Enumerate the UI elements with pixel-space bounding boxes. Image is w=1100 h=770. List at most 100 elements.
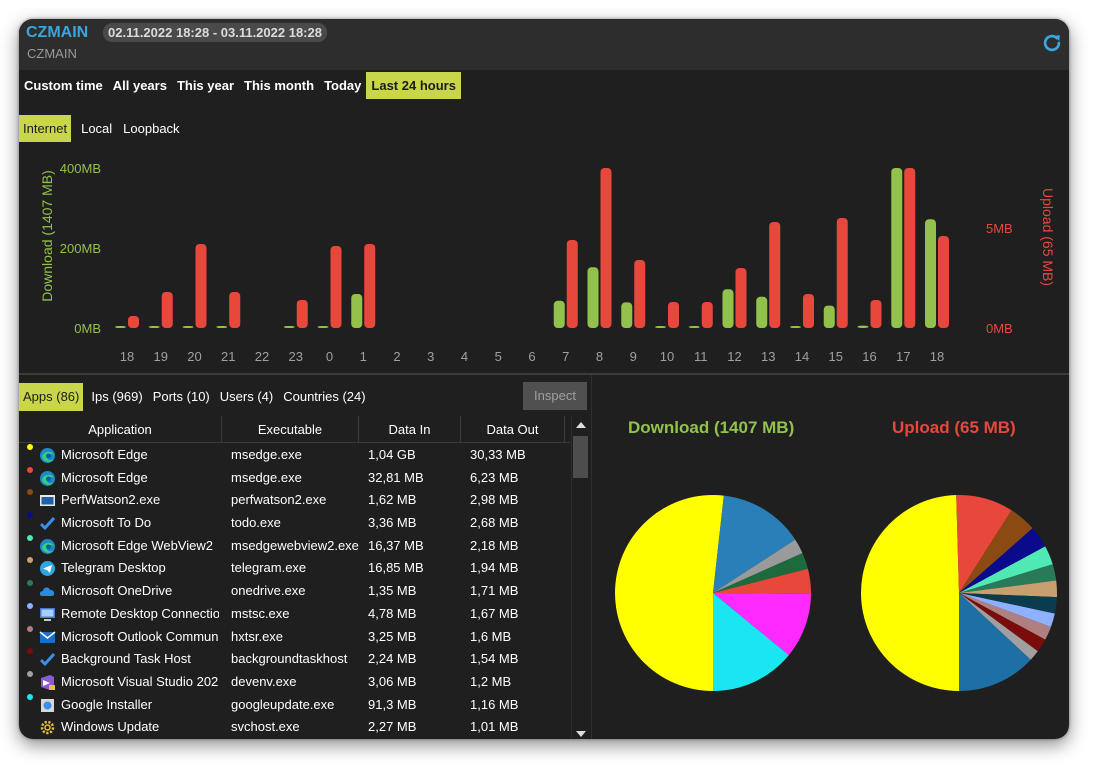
section-divider (19, 373, 1069, 375)
table-row[interactable]: Telegram Desktop telegram.exe 16,85 MB 1,94… (19, 557, 570, 580)
time-filter-this-year[interactable]: This year (172, 72, 239, 99)
cell-application: Background Task Host (61, 651, 191, 667)
time-filter-this-month[interactable]: This month (239, 72, 319, 99)
cell-application: Telegram Desktop (61, 560, 166, 576)
table-row[interactable]: Microsoft To Do todo.exe 3,36 MB 2,68 MB (19, 512, 570, 535)
table-row[interactable]: Google Installer googleupdate.exe 91,3 MB 1… (19, 693, 570, 717)
tab-ports[interactable]: Ports (10) (149, 383, 214, 411)
table-row[interactable]: Microsoft Edge WebView2 msedgewebview2.ex… (19, 534, 570, 558)
table-row[interactable]: Remote Desktop Connection mstsc.exe 4,78 M… (19, 602, 570, 626)
refresh-icon[interactable] (1041, 32, 1063, 54)
cell-data-out: 1,2 MB (470, 673, 512, 689)
cell-data-out: 1,71 MB (470, 583, 519, 599)
scroll-down-icon[interactable] (576, 731, 586, 737)
tab-loopback[interactable]: Loopback (119, 115, 183, 142)
panel-separator (591, 375, 592, 739)
left-axis-label: Download (1407 MB) (39, 170, 55, 302)
x-tick-label: 8 (596, 349, 603, 364)
telegram-icon (40, 561, 55, 577)
upload-bar (634, 260, 646, 328)
column-header-data-in[interactable]: Data In (359, 416, 461, 443)
upload-bar (870, 300, 882, 328)
table-row[interactable]: Windows Update svchost.exe 2,27 MB 1,01 MB (19, 716, 570, 739)
cell-application: Microsoft Outlook Communications (61, 628, 219, 644)
column-header-application[interactable]: Application (19, 416, 222, 443)
cell-data-out: 1,01 MB (470, 719, 519, 735)
table-row[interactable]: Microsoft Outlook Communications hxtsr.ex… (19, 625, 570, 649)
app-name: CZMAIN (26, 24, 89, 41)
column-header-data-out[interactable]: Data Out (461, 416, 565, 443)
gear-icon (40, 721, 55, 735)
cell-data-in: 91,3 MB (368, 696, 417, 712)
scroll-thumb[interactable] (573, 436, 588, 478)
upload-bar (803, 294, 814, 328)
tab-users[interactable]: Users (4) (216, 383, 277, 411)
time-filter-custom-time[interactable]: Custom time (19, 72, 108, 99)
x-tick-label: 7 (562, 349, 569, 364)
download-bar (148, 326, 160, 328)
download-bar (925, 219, 936, 328)
legend-dot (27, 557, 33, 564)
data-tabs: Apps (86) Ips (969) Ports (10) Users (4) Cou… (19, 383, 370, 411)
upload-bar (566, 240, 578, 328)
cell-executable: msedge.exe (231, 447, 302, 462)
cell-data-in: 2,27 MB (368, 719, 417, 735)
cell-application: Microsoft To Do (61, 515, 152, 531)
upload-pie-title: Upload (65 MB) (892, 418, 1016, 437)
edge-icon (40, 538, 55, 554)
time-filter-all-years[interactable]: All years (108, 72, 172, 99)
legend-dot (27, 489, 33, 496)
cell-executable: backgroundtaskhost (231, 651, 348, 667)
tab-local[interactable]: Local (77, 115, 116, 142)
cell-data-out: 1,6 MB (470, 628, 512, 644)
legend-dot (27, 602, 33, 609)
x-tick-label: 13 (761, 349, 775, 364)
right-axis-label: Upload (65 MB) (1040, 188, 1056, 286)
table-scrollbar[interactable] (571, 416, 589, 739)
time-filter-last-24-hours[interactable]: Last 24 hours (366, 72, 461, 99)
download-bar (182, 326, 194, 328)
table-row[interactable]: Microsoft OneDrive onedrive.exe 1,35 MB 1,7… (19, 580, 570, 603)
tab-ips[interactable]: Ips (969) (87, 383, 146, 411)
tab-countries[interactable]: Countries (24) (279, 383, 369, 411)
x-tick-label: 14 (795, 349, 809, 364)
cell-executable: todo.exe (231, 515, 281, 531)
cell-application: PerfWatson2.exe (61, 492, 161, 508)
scroll-up-icon[interactable] (576, 422, 586, 428)
time-filter-bar: Custom time All years This year This month T… (19, 72, 461, 99)
legend-dot (27, 625, 33, 632)
cell-executable: hxtsr.exe (231, 628, 284, 644)
tab-apps[interactable]: Apps (86) (19, 383, 84, 411)
x-tick-label: 6 (528, 349, 535, 364)
download-bar (722, 289, 734, 328)
legend-dot (27, 512, 33, 519)
upload-bar (128, 316, 139, 328)
cell-data-out: 1,16 MB (470, 696, 519, 712)
tab-internet[interactable]: Internet (19, 115, 72, 142)
upload-bar (938, 236, 949, 328)
x-tick-label: 18 (120, 349, 134, 364)
installer-icon (41, 698, 54, 712)
inspect-button[interactable]: Inspect (523, 382, 587, 410)
x-tick-label: 23 (289, 349, 303, 364)
download-bar (891, 168, 903, 328)
host-name: CZMAIN (27, 46, 77, 61)
cell-executable: msedgewebview2.exe (231, 537, 359, 553)
table-row[interactable]: Background Task Host backgroundtaskhost 2,… (19, 648, 570, 671)
column-header-executable[interactable]: Executable (222, 416, 359, 443)
table-row[interactable]: Microsoft Edge msedge.exe 1,04 GB 30,33 MB (19, 444, 570, 467)
pie-slice (614, 495, 724, 691)
time-filter-today[interactable]: Today (319, 72, 366, 99)
cell-application: Microsoft Edge (61, 469, 148, 485)
legend-dot (27, 580, 33, 587)
table-row[interactable]: Microsoft Edge msedge.exe 32,81 MB 6,23 MB (19, 466, 570, 490)
date-range-badge: 02.11.2022 18:28 - 03.11.2022 18:28 (103, 23, 327, 42)
right-tick-label: 0MB (986, 321, 1013, 336)
table-row[interactable]: Microsoft Visual Studio 2022 devenv.exe 3,… (19, 670, 570, 694)
x-tick-label: 17 (896, 349, 910, 364)
legend-dot (27, 693, 33, 700)
x-tick-label: 18 (930, 349, 944, 364)
table-row[interactable]: PerfWatson2.exe perfwatson2.exe 1,62 MB 2,9… (19, 489, 570, 512)
cell-application: Microsoft Edge (61, 447, 148, 462)
x-tick-label: 1 (360, 349, 367, 364)
